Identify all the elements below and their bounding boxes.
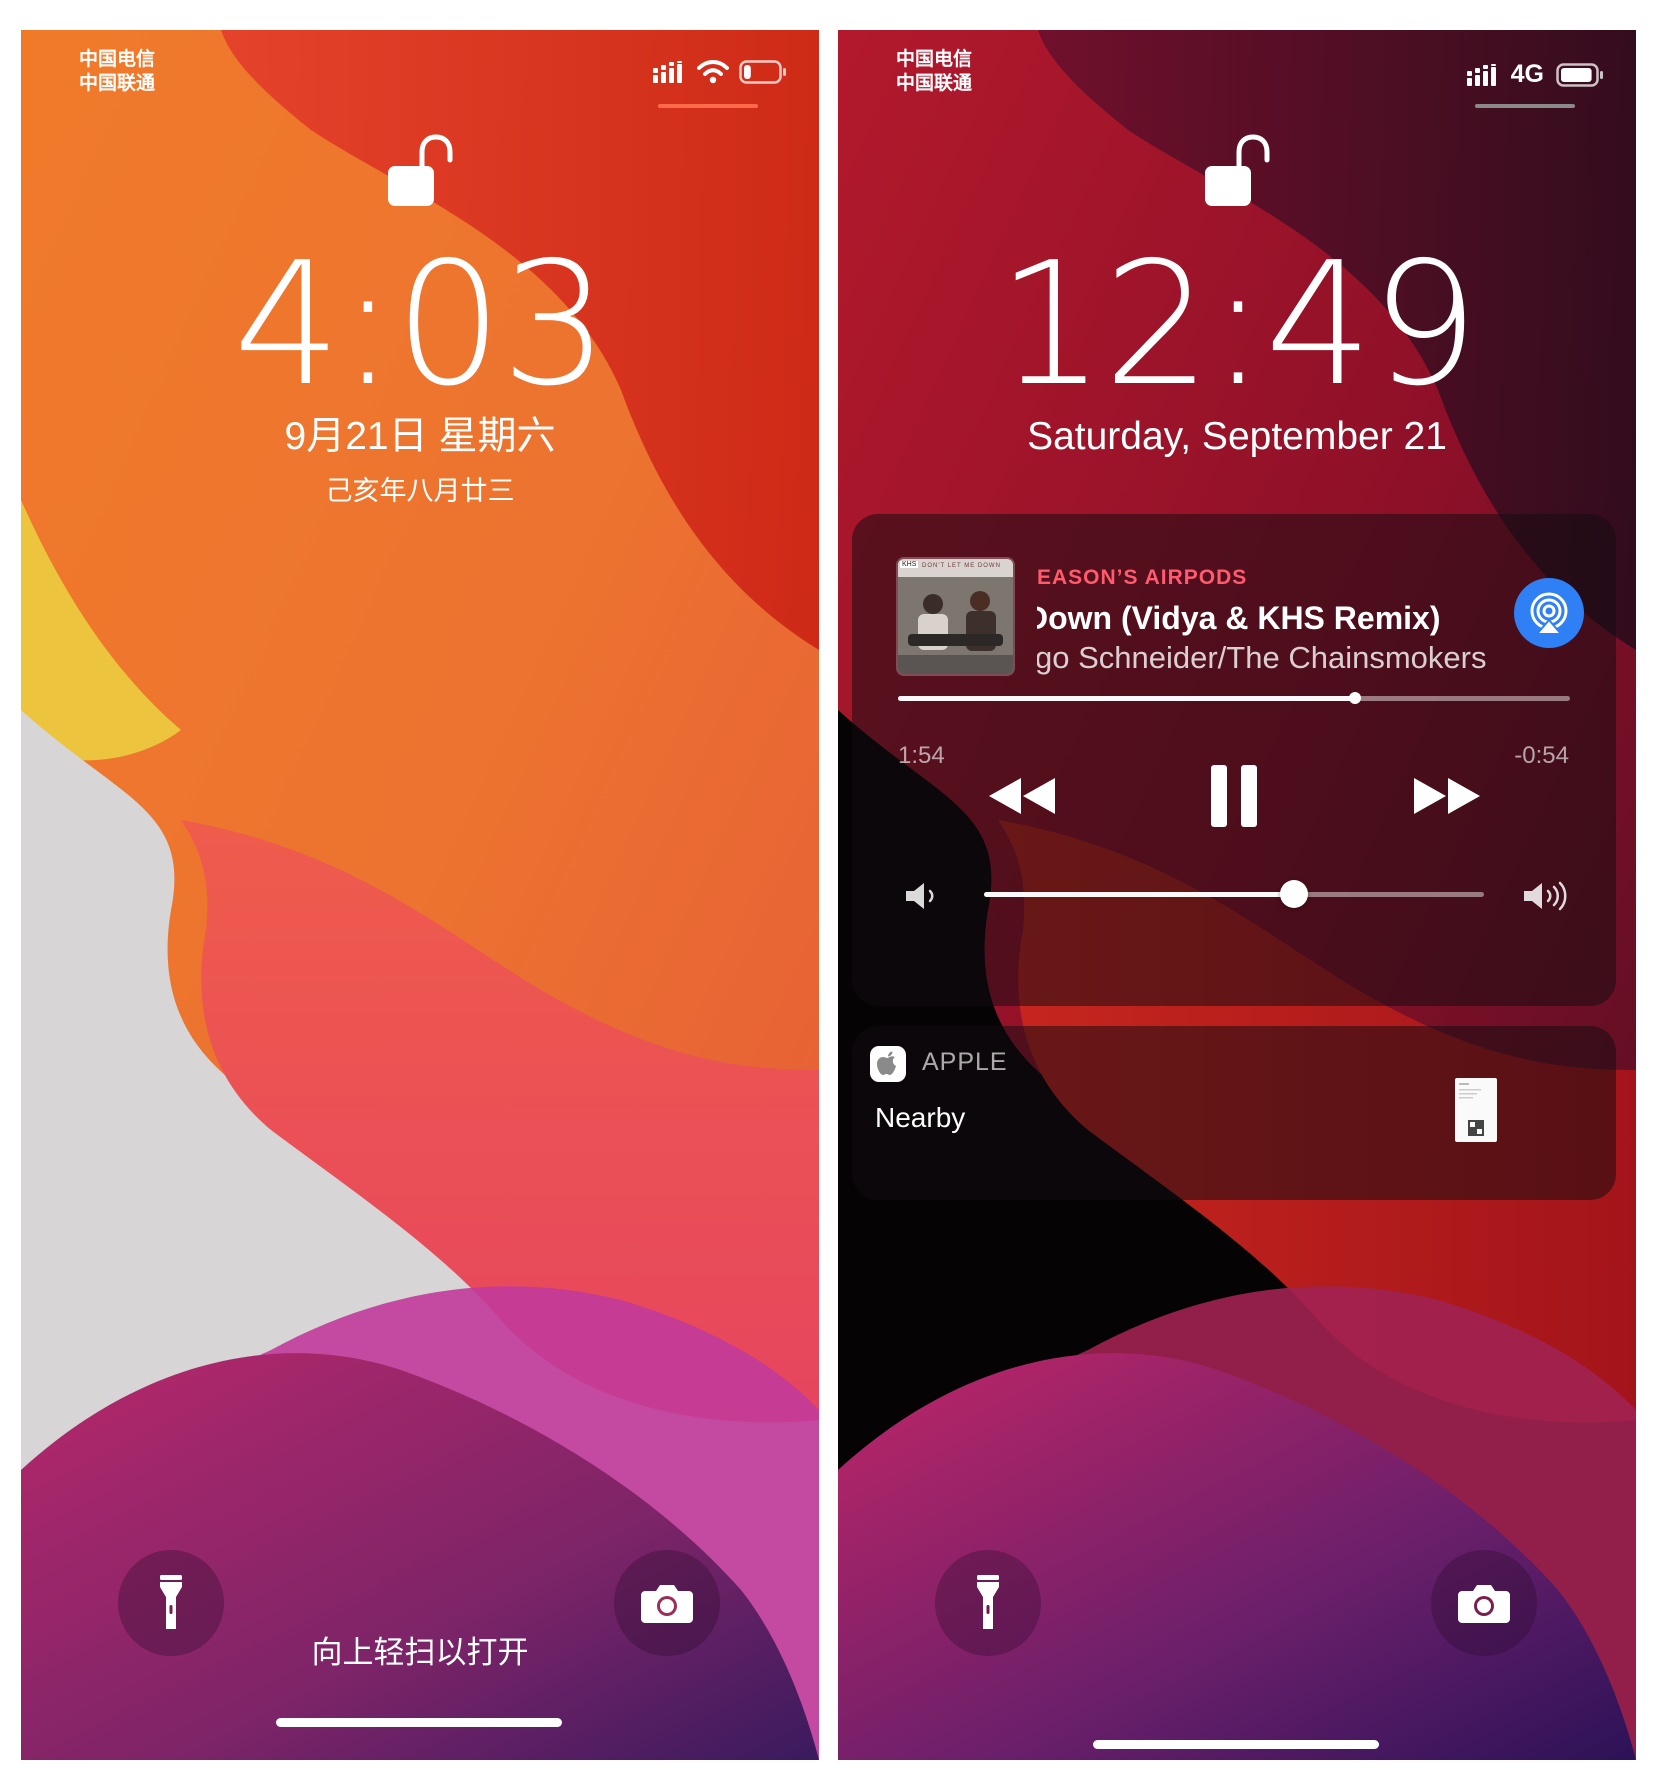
battery-icon xyxy=(1556,62,1603,87)
carrier-line-2: 中国联通 xyxy=(79,73,156,94)
airplay-icon xyxy=(1530,592,1568,635)
lunar-date: 己亥年八月廿三 xyxy=(325,476,515,506)
camera-icon xyxy=(641,1585,693,1623)
carrier-line-1: 中国电信 xyxy=(79,49,156,70)
lock-time: 12:49 xyxy=(997,226,1479,424)
home-indicator[interactable] xyxy=(276,1718,562,1727)
remaining-time: -0:54 xyxy=(1514,742,1569,769)
lock-date: Saturday, September 21 xyxy=(1027,415,1447,458)
elapsed-time: 1:54 xyxy=(898,742,945,769)
camera-button[interactable] xyxy=(1431,1550,1537,1656)
volume-high-icon xyxy=(1524,881,1567,911)
camera-icon xyxy=(1458,1585,1510,1623)
status-indicators: 4G xyxy=(1466,60,1604,89)
track-artist-text: go Schneider/The Chainsmokers xyxy=(1037,640,1487,675)
cellular-signal-icon xyxy=(653,61,682,83)
progress-slider[interactable] xyxy=(898,692,1570,704)
rewind-icon xyxy=(989,778,1055,814)
lock-open-icon xyxy=(388,134,453,206)
apple-app-icon xyxy=(870,1046,906,1082)
swipe-to-open-hint: 向上轻扫以打开 xyxy=(311,1635,529,1670)
pause-button[interactable] xyxy=(1184,760,1284,832)
carrier-names: 中国电信 中国联通 xyxy=(896,48,972,96)
now-playing-card: DON'T LET ME DOWN KHS EASON’S AIRPODS Do… xyxy=(852,514,1616,1006)
fast-forward-button[interactable] xyxy=(1407,766,1487,826)
wifi-icon xyxy=(697,60,729,84)
volume-thumb[interactable] xyxy=(1280,880,1308,908)
carrier-line-2: 中国联通 xyxy=(896,73,973,94)
status-indicators xyxy=(653,60,787,84)
home-indicator[interactable] xyxy=(1093,1740,1379,1749)
carrier-names: 中国电信 中国联通 xyxy=(79,48,155,96)
track-title: Down (Vidya & KHS Remix) xyxy=(1037,600,1507,637)
album-art-title: DON'T LET ME DOWN xyxy=(922,563,1001,569)
battery-icon xyxy=(739,60,786,84)
progress-fill xyxy=(898,696,1355,701)
notification-body: Nearby xyxy=(875,1102,966,1133)
airplay-button[interactable] xyxy=(1514,578,1584,648)
lock-date: 9月21日 星期六 xyxy=(284,415,556,458)
progress-thumb[interactable] xyxy=(1348,692,1361,704)
volume-fill xyxy=(984,892,1294,897)
fast-forward-icon xyxy=(1414,778,1480,814)
track-title-text: Down (Vidya & KHS Remix) xyxy=(1037,600,1441,636)
notification-card[interactable]: APPLE Nearby xyxy=(852,1026,1616,1200)
notification-thumbnail xyxy=(1455,1078,1497,1142)
apple-logo-icon xyxy=(877,1051,896,1075)
notification-app-name: APPLE xyxy=(922,1048,1008,1076)
rewind-button[interactable] xyxy=(982,766,1062,826)
status-underline xyxy=(1475,104,1575,108)
pause-icon xyxy=(1211,765,1257,827)
output-device-name: EASON’S AIRPODS xyxy=(1037,566,1248,589)
ticket-qr-image xyxy=(1459,1083,1484,1136)
lock-open-icon xyxy=(1205,134,1270,206)
lock-time: 4:03 xyxy=(233,226,609,424)
lockscreen-left: 中国电信 中国联通 4:03 9月21日 星期六 己亥年八月廿三 向上轻扫以打开 xyxy=(21,30,819,1760)
album-art[interactable]: DON'T LET ME DOWN KHS xyxy=(898,559,1013,674)
track-artist: go Schneider/The Chainsmokers xyxy=(1037,640,1507,676)
flashlight-icon xyxy=(977,1575,999,1629)
lockscreen-right: 中国电信 中国联通 4G 12:49 Saturday, September 2… xyxy=(838,30,1636,1760)
cellular-signal-icon xyxy=(1466,63,1496,86)
flashlight-button[interactable] xyxy=(935,1550,1041,1656)
network-type: 4G xyxy=(1510,60,1544,88)
volume-slider[interactable] xyxy=(984,880,1484,908)
album-art-badge: KHS xyxy=(900,561,919,568)
album-art-image xyxy=(898,559,1013,674)
flashlight-icon xyxy=(160,1575,182,1629)
status-underline xyxy=(658,104,758,108)
carrier-line-1: 中国电信 xyxy=(896,49,973,70)
volume-low-icon xyxy=(906,883,934,909)
